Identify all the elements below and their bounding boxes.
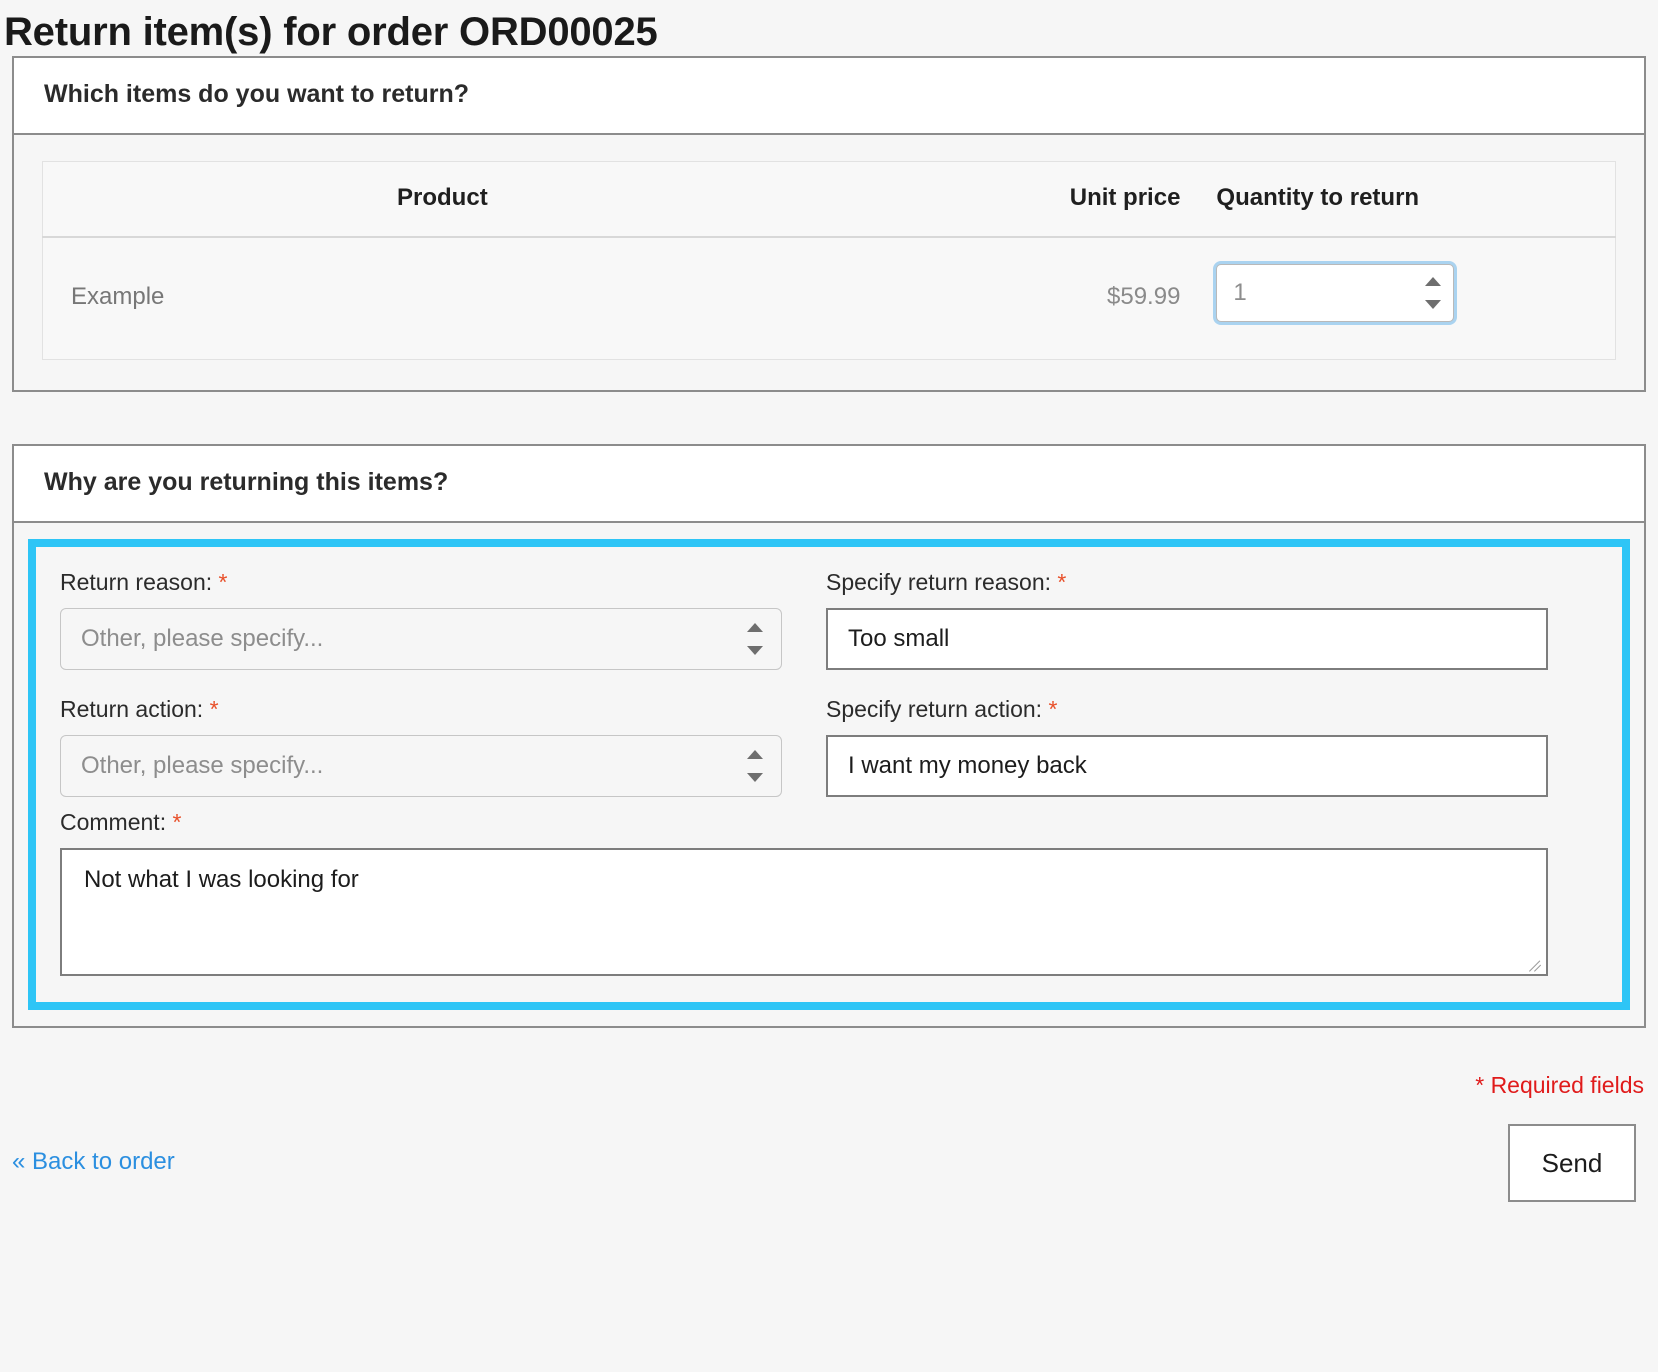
field-specify-return-action: Specify return action: * xyxy=(826,696,1548,797)
form-column-left: Return reason: * Other, please specify..… xyxy=(60,569,782,797)
required-asterisk: * xyxy=(172,809,182,835)
select-return-reason-value: Other, please specify... xyxy=(81,625,324,652)
items-panel-header: Which items do you want to return? xyxy=(14,58,1644,135)
required-fields-note: * Required fields xyxy=(1475,1072,1644,1098)
label-return-action-text: Return action: xyxy=(60,696,204,722)
return-reason-form-focus-region: Return reason: * Other, please specify..… xyxy=(28,539,1630,1010)
field-return-action: Return action: * Other, please specify..… xyxy=(60,696,782,797)
comment-textarea-value: Not what I was looking for xyxy=(84,866,359,893)
caret-up-icon[interactable] xyxy=(747,623,763,632)
select-return-reason[interactable]: Other, please specify... xyxy=(60,608,782,670)
cell-quantity: 1 xyxy=(1202,237,1616,360)
cell-unit-price: $59.99 xyxy=(841,237,1203,360)
column-header-unit-price: Unit price xyxy=(841,161,1203,238)
caret-down-icon[interactable] xyxy=(747,773,763,782)
label-specify-return-reason-text: Specify return reason: xyxy=(826,569,1052,595)
specify-return-action-input[interactable] xyxy=(826,735,1548,797)
reason-panel: Why are you returning this items? Return… xyxy=(12,444,1646,1028)
table-row: Example $59.99 1 xyxy=(42,237,1616,360)
label-comment-text: Comment: xyxy=(60,809,167,835)
label-return-action: Return action: * xyxy=(60,696,782,723)
label-comment: Comment: * xyxy=(60,809,1598,836)
field-comment: Comment: * Not what I was looking for xyxy=(60,809,1598,976)
caret-down-icon[interactable] xyxy=(747,646,763,655)
reason-panel-header: Why are you returning this items? xyxy=(14,446,1644,523)
return-items-table: Product Unit price Quantity to return Ex… xyxy=(42,161,1616,360)
select-spinner-arrows-icon[interactable] xyxy=(747,622,763,656)
table-header-row: Product Unit price Quantity to return xyxy=(42,161,1616,238)
select-return-action[interactable]: Other, please specify... xyxy=(60,735,782,797)
items-panel: Which items do you want to return? Produ… xyxy=(12,56,1646,392)
field-specify-return-reason: Specify return reason: * xyxy=(826,569,1548,670)
back-to-order-link[interactable]: « Back to order xyxy=(12,1148,175,1176)
field-return-reason: Return reason: * Other, please specify..… xyxy=(60,569,782,670)
resize-handle-icon[interactable] xyxy=(1529,958,1543,972)
table-head: Product Unit price Quantity to return xyxy=(42,161,1616,238)
page-title: Return item(s) for order ORD00025 xyxy=(4,10,658,54)
label-specify-return-action: Specify return action: * xyxy=(826,696,1548,723)
specify-return-reason-input[interactable] xyxy=(826,608,1548,670)
cell-product-name: Example xyxy=(42,237,842,360)
send-button[interactable]: Send xyxy=(1508,1124,1636,1202)
footer: * Required fields « Back to order Send xyxy=(12,1028,1646,1258)
quantity-stepper[interactable]: 1 xyxy=(1216,264,1455,322)
table-body: Example $59.99 1 xyxy=(42,237,1616,360)
column-header-product: Product xyxy=(42,161,842,238)
select-return-action-value: Other, please specify... xyxy=(81,752,324,779)
required-asterisk: * xyxy=(209,696,219,722)
items-panel-body: Product Unit price Quantity to return Ex… xyxy=(14,135,1644,390)
caret-up-icon[interactable] xyxy=(747,750,763,759)
label-specify-return-reason: Specify return reason: * xyxy=(826,569,1548,596)
return-reason-form: Return reason: * Other, please specify..… xyxy=(60,569,1598,976)
column-header-quantity: Quantity to return xyxy=(1202,161,1616,238)
required-asterisk: * xyxy=(1048,696,1058,722)
comment-textarea[interactable]: Not what I was looking for xyxy=(60,848,1548,976)
label-specify-return-action-text: Specify return action: xyxy=(826,696,1043,722)
caret-down-icon[interactable] xyxy=(1425,300,1442,309)
required-asterisk: * xyxy=(1057,569,1067,595)
label-return-reason: Return reason: * xyxy=(60,569,782,596)
quantity-value: 1 xyxy=(1233,279,1247,306)
spinner-arrows-icon[interactable] xyxy=(1425,276,1442,310)
reason-panel-body: Return reason: * Other, please specify..… xyxy=(14,523,1644,1026)
return-items-page: Return item(s) for order ORD00025 Which … xyxy=(0,0,1658,1372)
required-asterisk: * xyxy=(218,569,228,595)
caret-up-icon[interactable] xyxy=(1425,277,1442,286)
label-return-reason-text: Return reason: xyxy=(60,569,213,595)
form-column-right: Specify return reason: * Specify return … xyxy=(826,569,1548,797)
select-spinner-arrows-icon[interactable] xyxy=(747,749,763,783)
